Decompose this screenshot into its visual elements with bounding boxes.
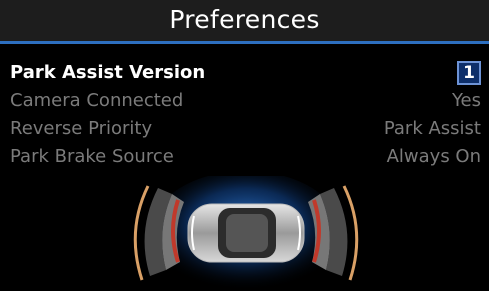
setting-camera-connected[interactable]: Camera Connected Yes bbox=[10, 90, 481, 116]
setting-value: Park Assist bbox=[383, 118, 481, 139]
setting-park-assist-version[interactable]: Park Assist Version 1 bbox=[10, 61, 481, 88]
setting-park-brake-source[interactable]: Park Brake Source Always On bbox=[10, 146, 481, 172]
park-assist-car-icon bbox=[133, 176, 359, 291]
setting-value: Yes bbox=[451, 90, 481, 111]
car-top-view bbox=[187, 203, 305, 263]
setting-label: Reverse Priority bbox=[10, 118, 153, 139]
version-value-box[interactable]: 1 bbox=[457, 61, 481, 85]
setting-reverse-priority[interactable]: Reverse Priority Park Assist bbox=[10, 118, 481, 144]
setting-label: Park Brake Source bbox=[10, 146, 174, 167]
header-bar: Preferences bbox=[0, 0, 489, 44]
setting-label: Camera Connected bbox=[10, 90, 184, 111]
preferences-screen: Preferences Park Assist Version 1 Camera… bbox=[0, 0, 489, 291]
page-title: Preferences bbox=[169, 5, 320, 34]
setting-label: Park Assist Version bbox=[10, 62, 206, 83]
setting-value: Always On bbox=[386, 146, 481, 167]
